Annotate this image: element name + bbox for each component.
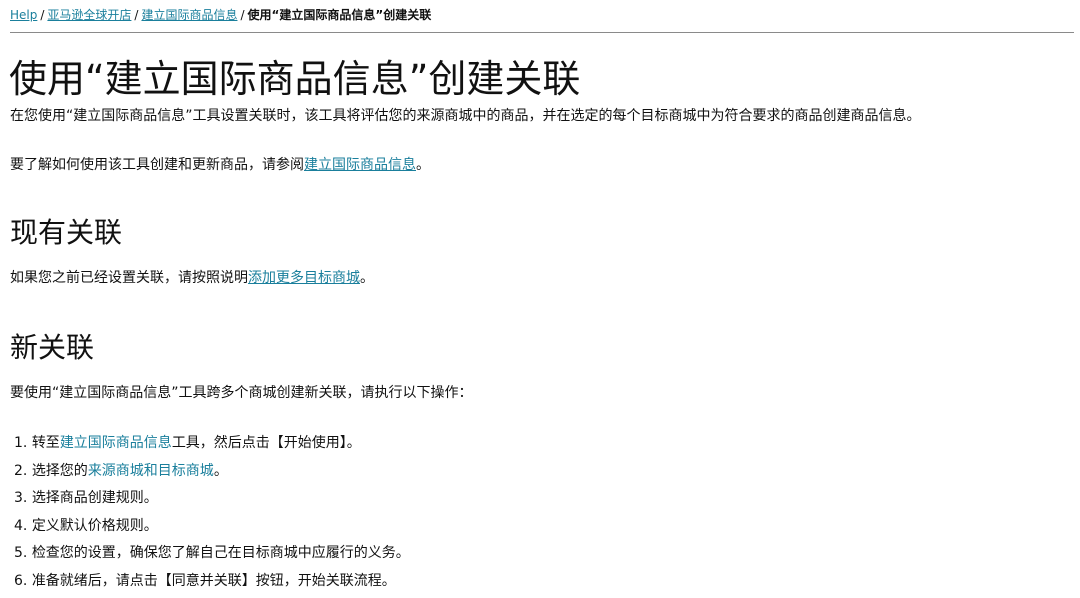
step-text: 。 [213, 462, 228, 479]
breadcrumb-current: 使用“建立国际商品信息”创建关联 [247, 8, 432, 22]
intro-paragraph: 在您使用“建立国际商品信息”工具设置关联时，该工具将评估您的来源商城中的商品，并… [10, 108, 921, 124]
step-text: 选择您的 [31, 462, 88, 479]
new-links-heading: 新关联 [10, 331, 95, 364]
learn-more-paragraph: 要了解如何使用该工具创建和更新商品，请参阅建立国际商品信息。 [10, 155, 430, 175]
help-page: Help / 亚马逊全球开店 / 建立国际商品信息 / 使用“建立国际商品信息”创建关联 使… [0, 0, 1080, 598]
step-text: 准备就绪后，请点击【同意并关联】按钮，开始关联流程。 [31, 572, 396, 589]
step-number: 4. [14, 517, 28, 534]
add-more-target-marketplaces-link[interactable]: 添加更多目标商城 [248, 270, 360, 286]
breadcrumb-link-global-selling[interactable]: 亚马逊全球开店 [47, 8, 131, 22]
existing-links-paragraph: 如果您之前已经设置关联，请按照说明添加更多目标商城。 [10, 268, 374, 288]
header-divider [10, 32, 1074, 33]
existing-suffix: 。 [360, 270, 374, 286]
step-item: 2. 选择您的来源商城和目标商城。 [14, 458, 410, 486]
step-text: 工具，然后点击【开始使用】。 [171, 435, 361, 451]
step-text: 定义默认价格规则。 [31, 517, 158, 534]
existing-links-heading: 现有关联 [10, 216, 123, 249]
breadcrumb-separator: / [240, 8, 245, 22]
step-text: 检查您的设置，确保您了解自己在目标商城中应履行的义务。 [31, 545, 410, 561]
breadcrumb-link-help[interactable]: Help [10, 8, 37, 22]
step-item: 4. 定义默认价格规则。 [14, 513, 410, 541]
step-number: 2. [14, 462, 28, 479]
breadcrumb-separator: / [40, 8, 45, 22]
step-number: 6. [14, 572, 28, 589]
source-and-target-marketplaces-link[interactable]: 来源商城和目标商城 [88, 463, 214, 479]
learn-more-prefix: 要了解如何使用该工具创建和更新商品，请参阅 [10, 157, 304, 173]
steps-list: 1. 转至建立国际商品信息工具，然后点击【开始使用】。 2. 选择您的来源商城和… [14, 430, 410, 595]
step-item: 6. 准备就绪后，请点击【同意并关联】按钮，开始关联流程。 [14, 568, 410, 596]
learn-more-suffix: 。 [416, 157, 430, 173]
build-international-listings-tool-link[interactable]: 建立国际商品信息 [60, 435, 172, 451]
breadcrumb: Help / 亚马逊全球开店 / 建立国际商品信息 / 使用“建立国际商品信息”创建关联 [10, 6, 431, 24]
existing-prefix: 如果您之前已经设置关联，请按照说明 [10, 270, 248, 286]
step-item: 3. 选择商品创建规则。 [14, 485, 410, 513]
page-title: 使用“建立国际商品信息”创建关联 [9, 57, 581, 101]
new-links-intro: 要使用“建立国际商品信息”工具跨多个商城创建新关联，请执行以下操作： [10, 385, 473, 401]
step-text: 转至 [31, 435, 60, 451]
build-international-listings-link[interactable]: 建立国际商品信息 [304, 157, 416, 173]
step-item: 1. 转至建立国际商品信息工具，然后点击【开始使用】。 [14, 430, 410, 458]
breadcrumb-link-build-international-listings[interactable]: 建立国际商品信息 [141, 8, 237, 22]
step-number: 1. [14, 435, 28, 451]
step-number: 5. [14, 545, 28, 561]
step-item: 5. 检查您的设置，确保您了解自己在目标商城中应履行的义务。 [14, 540, 410, 568]
breadcrumb-separator: / [134, 8, 139, 22]
step-text: 选择商品创建规则。 [31, 490, 158, 506]
step-number: 3. [14, 490, 28, 506]
